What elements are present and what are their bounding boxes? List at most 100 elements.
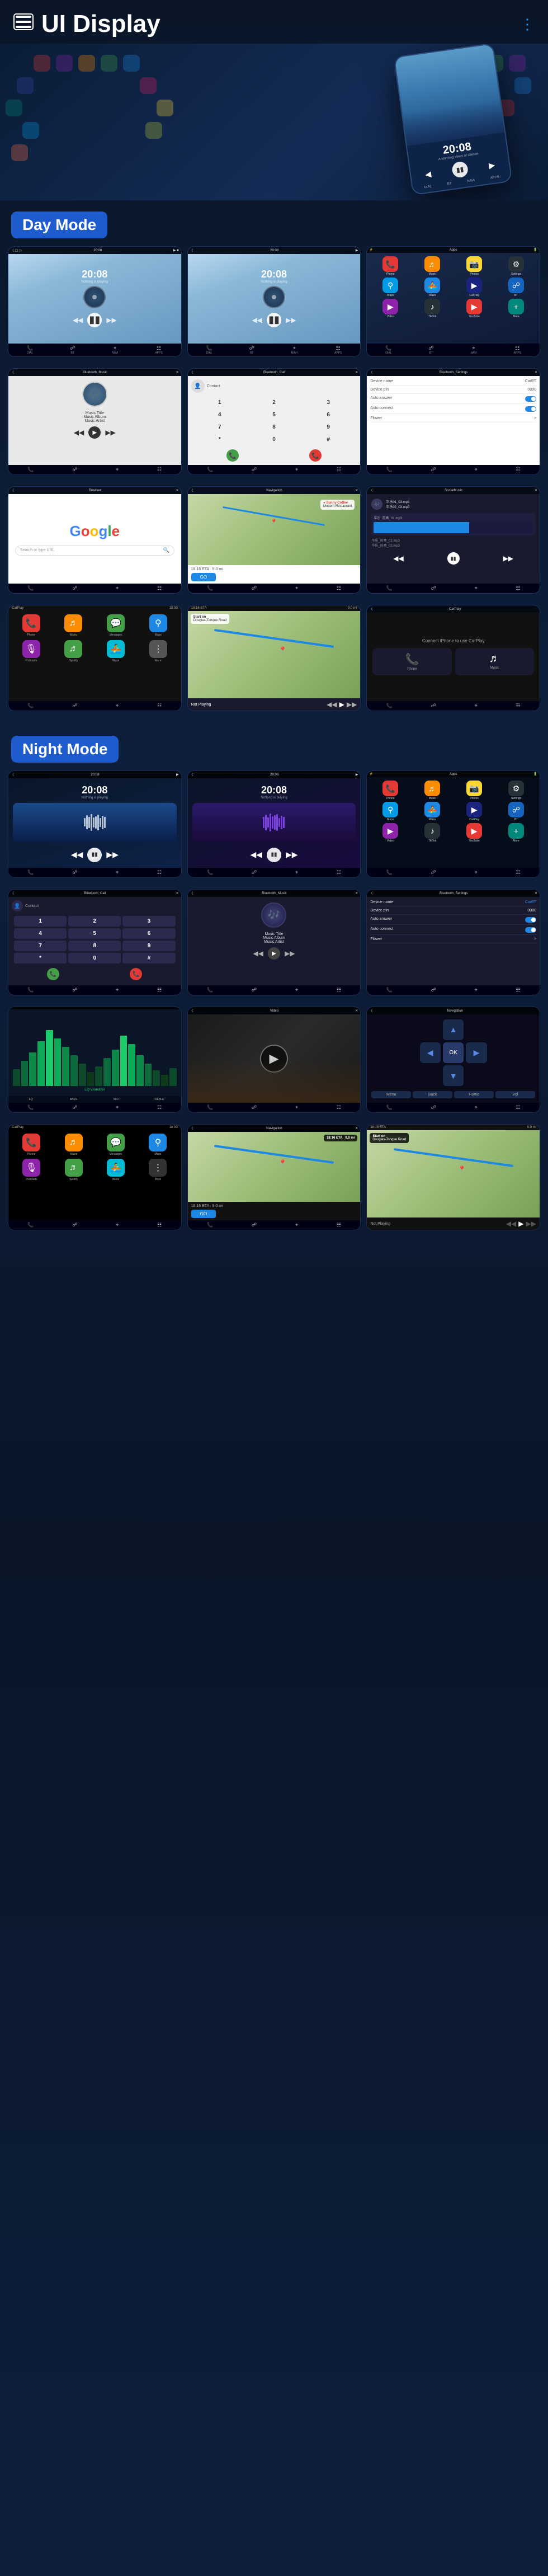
navi-btn-4[interactable]: ⌖: [116, 467, 119, 473]
apps-btn-3[interactable]: ☷APPS: [514, 345, 521, 355]
night-key-2[interactable]: 2: [68, 916, 121, 927]
end-call-btn[interactable]: 📞: [309, 449, 322, 462]
night-navi-10[interactable]: ⌖: [116, 1222, 119, 1228]
app-photos[interactable]: 📷Photos: [454, 256, 494, 276]
dial-btn-2[interactable]: 📞DIAL: [206, 345, 212, 355]
app-tiktok[interactable]: ♪TikTok: [412, 299, 452, 318]
night-navi-2[interactable]: ⌖: [295, 869, 298, 876]
night-navi-4[interactable]: ⌖: [116, 987, 119, 993]
night-key-3[interactable]: 3: [122, 916, 175, 927]
night-dial-8[interactable]: 📞: [207, 1104, 213, 1111]
app-youtube[interactable]: ▶YouTube: [454, 299, 494, 318]
night-treble-btn[interactable]: TREBLE: [138, 1098, 179, 1101]
key-3[interactable]: 3: [302, 397, 355, 408]
apps-btn-9[interactable]: ☷: [516, 585, 520, 591]
night-apps-11[interactable]: ☷: [337, 1222, 341, 1228]
apps-btn-7[interactable]: ☷: [157, 585, 162, 591]
night-bt-play-btn[interactable]: ▶: [268, 947, 280, 960]
night-mid-btn[interactable]: MID: [95, 1098, 136, 1101]
navi-btn-3[interactable]: ⌖NAVI: [470, 345, 476, 355]
night-eq-btn[interactable]: EQ: [10, 1098, 51, 1101]
night-bt-9[interactable]: ☍: [431, 1104, 436, 1111]
night-bt-7[interactable]: ☍: [72, 1104, 77, 1111]
cp-messages[interactable]: 💬 Messages: [96, 614, 135, 637]
dial-btn-9[interactable]: 📞: [386, 585, 393, 591]
night-navi-6[interactable]: ⌖: [475, 987, 478, 993]
night-navi-1[interactable]: ⌖: [116, 869, 119, 876]
night-apps-1[interactable]: ☷: [157, 869, 162, 876]
bt-btn-11[interactable]: ☍: [431, 703, 436, 709]
night-cp-phone[interactable]: 📞 Phone: [12, 1134, 51, 1156]
cp-music[interactable]: ♬ Music: [54, 614, 93, 637]
key-9[interactable]: 9: [302, 422, 355, 433]
bt-btn-2[interactable]: ☍BT: [249, 345, 254, 355]
night-cp-waze[interactable]: 🚣 Waze: [96, 1159, 135, 1181]
cp-spotify[interactable]: ♬ Spotify: [54, 640, 93, 662]
navi-btn-11[interactable]: ⌖: [475, 703, 478, 709]
nav-go-btn[interactable]: GO: [191, 573, 216, 581]
night-apps-5[interactable]: ☷: [337, 987, 341, 993]
header-dots-icon[interactable]: ⋮: [520, 16, 535, 33]
night-navi-3[interactable]: ⌖: [475, 869, 478, 876]
night-dial-11[interactable]: 📞: [207, 1222, 213, 1228]
night-dial-6[interactable]: 📞: [386, 987, 393, 993]
night-app-phone[interactable]: 📞Phone: [370, 781, 410, 800]
key-7[interactable]: 7: [193, 422, 246, 433]
dial-btn-8[interactable]: 📞: [207, 585, 213, 591]
night-apps-2[interactable]: ☷: [337, 869, 341, 876]
key-8[interactable]: 8: [248, 422, 300, 433]
navi-btn[interactable]: ⌖NAVI: [112, 345, 118, 355]
apps-btn-10[interactable]: ☷: [157, 703, 162, 709]
night-end-call-btn[interactable]: 📞: [130, 968, 142, 980]
night-nav-btn1[interactable]: Menu: [371, 1091, 411, 1098]
night-app-carplay[interactable]: ▶CarPlay: [454, 802, 494, 821]
app-bt[interactable]: ☍BT: [496, 278, 536, 297]
play-btn[interactable]: ▮▮: [447, 552, 460, 565]
night-navi-7[interactable]: ⌖: [116, 1104, 119, 1111]
night-cp-messages[interactable]: 💬 Messages: [96, 1134, 135, 1156]
app-carplay[interactable]: ▶CarPlay: [454, 278, 494, 297]
night-apps-10[interactable]: ☷: [157, 1222, 162, 1228]
key-0[interactable]: 0: [248, 434, 300, 445]
app-video[interactable]: ▶Video: [370, 299, 410, 318]
night-navi-11[interactable]: ⌖: [295, 1222, 298, 1228]
night-bt-8[interactable]: ☍: [252, 1104, 257, 1111]
night-key-0[interactable]: 0: [68, 953, 121, 963]
night-bt-5[interactable]: ☍: [252, 987, 257, 993]
bt-btn-8[interactable]: ☍: [252, 585, 257, 591]
night-nav-btn3[interactable]: Home: [454, 1091, 494, 1098]
navi-btn-9[interactable]: ⌖: [475, 585, 478, 591]
night-call-btn[interactable]: 📞: [47, 968, 59, 980]
night-cp-more[interactable]: ⋮ More: [138, 1159, 177, 1181]
apps-btn[interactable]: ☷APPS: [155, 345, 162, 355]
menu-icon[interactable]: [13, 12, 34, 36]
cp-more[interactable]: ⋮ More: [139, 640, 178, 662]
night-bt-4[interactable]: ☍: [72, 987, 77, 993]
night-app-youtube[interactable]: ▶YouTube: [454, 823, 494, 843]
navi-btn-5[interactable]: ⌖: [295, 467, 298, 473]
night-bt-3[interactable]: ☍: [431, 869, 436, 876]
night-auto-answer[interactable]: Auto answer: [370, 917, 536, 925]
night-cp-prev-btn[interactable]: ◀◀: [506, 1220, 516, 1228]
dial-btn[interactable]: 📞DIAL: [27, 345, 33, 355]
night-key-5[interactable]: 5: [68, 928, 121, 939]
dial-btn-7[interactable]: 📞: [27, 585, 34, 591]
navi-btn-6[interactable]: ⌖: [475, 467, 478, 473]
google-search-bar[interactable]: Search or type URL 🔍: [15, 546, 174, 556]
night-app-more[interactable]: +More: [496, 823, 536, 843]
night-app-maps[interactable]: ⚲Maps: [370, 802, 410, 821]
night-app-bt[interactable]: ☍BT: [496, 802, 536, 821]
night-key-6[interactable]: 6: [122, 928, 175, 939]
app-music[interactable]: ♬Music: [412, 256, 452, 276]
night-key-7[interactable]: 7: [14, 941, 67, 951]
auto-connect-row[interactable]: Auto connect: [370, 406, 536, 414]
nav-right-btn[interactable]: ▶: [466, 1042, 486, 1063]
cp-waze[interactable]: 🚣 Waze: [96, 640, 135, 662]
night-cp-podcast[interactable]: 🎙 Podcasts: [12, 1159, 51, 1181]
night-cp-play-btn[interactable]: ▶: [518, 1220, 523, 1228]
nav-up-btn[interactable]: ▲: [443, 1019, 464, 1040]
dial-btn-10[interactable]: 📞: [27, 703, 34, 709]
bt-btn-4[interactable]: ☍: [72, 467, 77, 473]
bt-btn[interactable]: ☍BT: [70, 345, 75, 355]
dial-btn-4[interactable]: 📞: [27, 467, 34, 473]
